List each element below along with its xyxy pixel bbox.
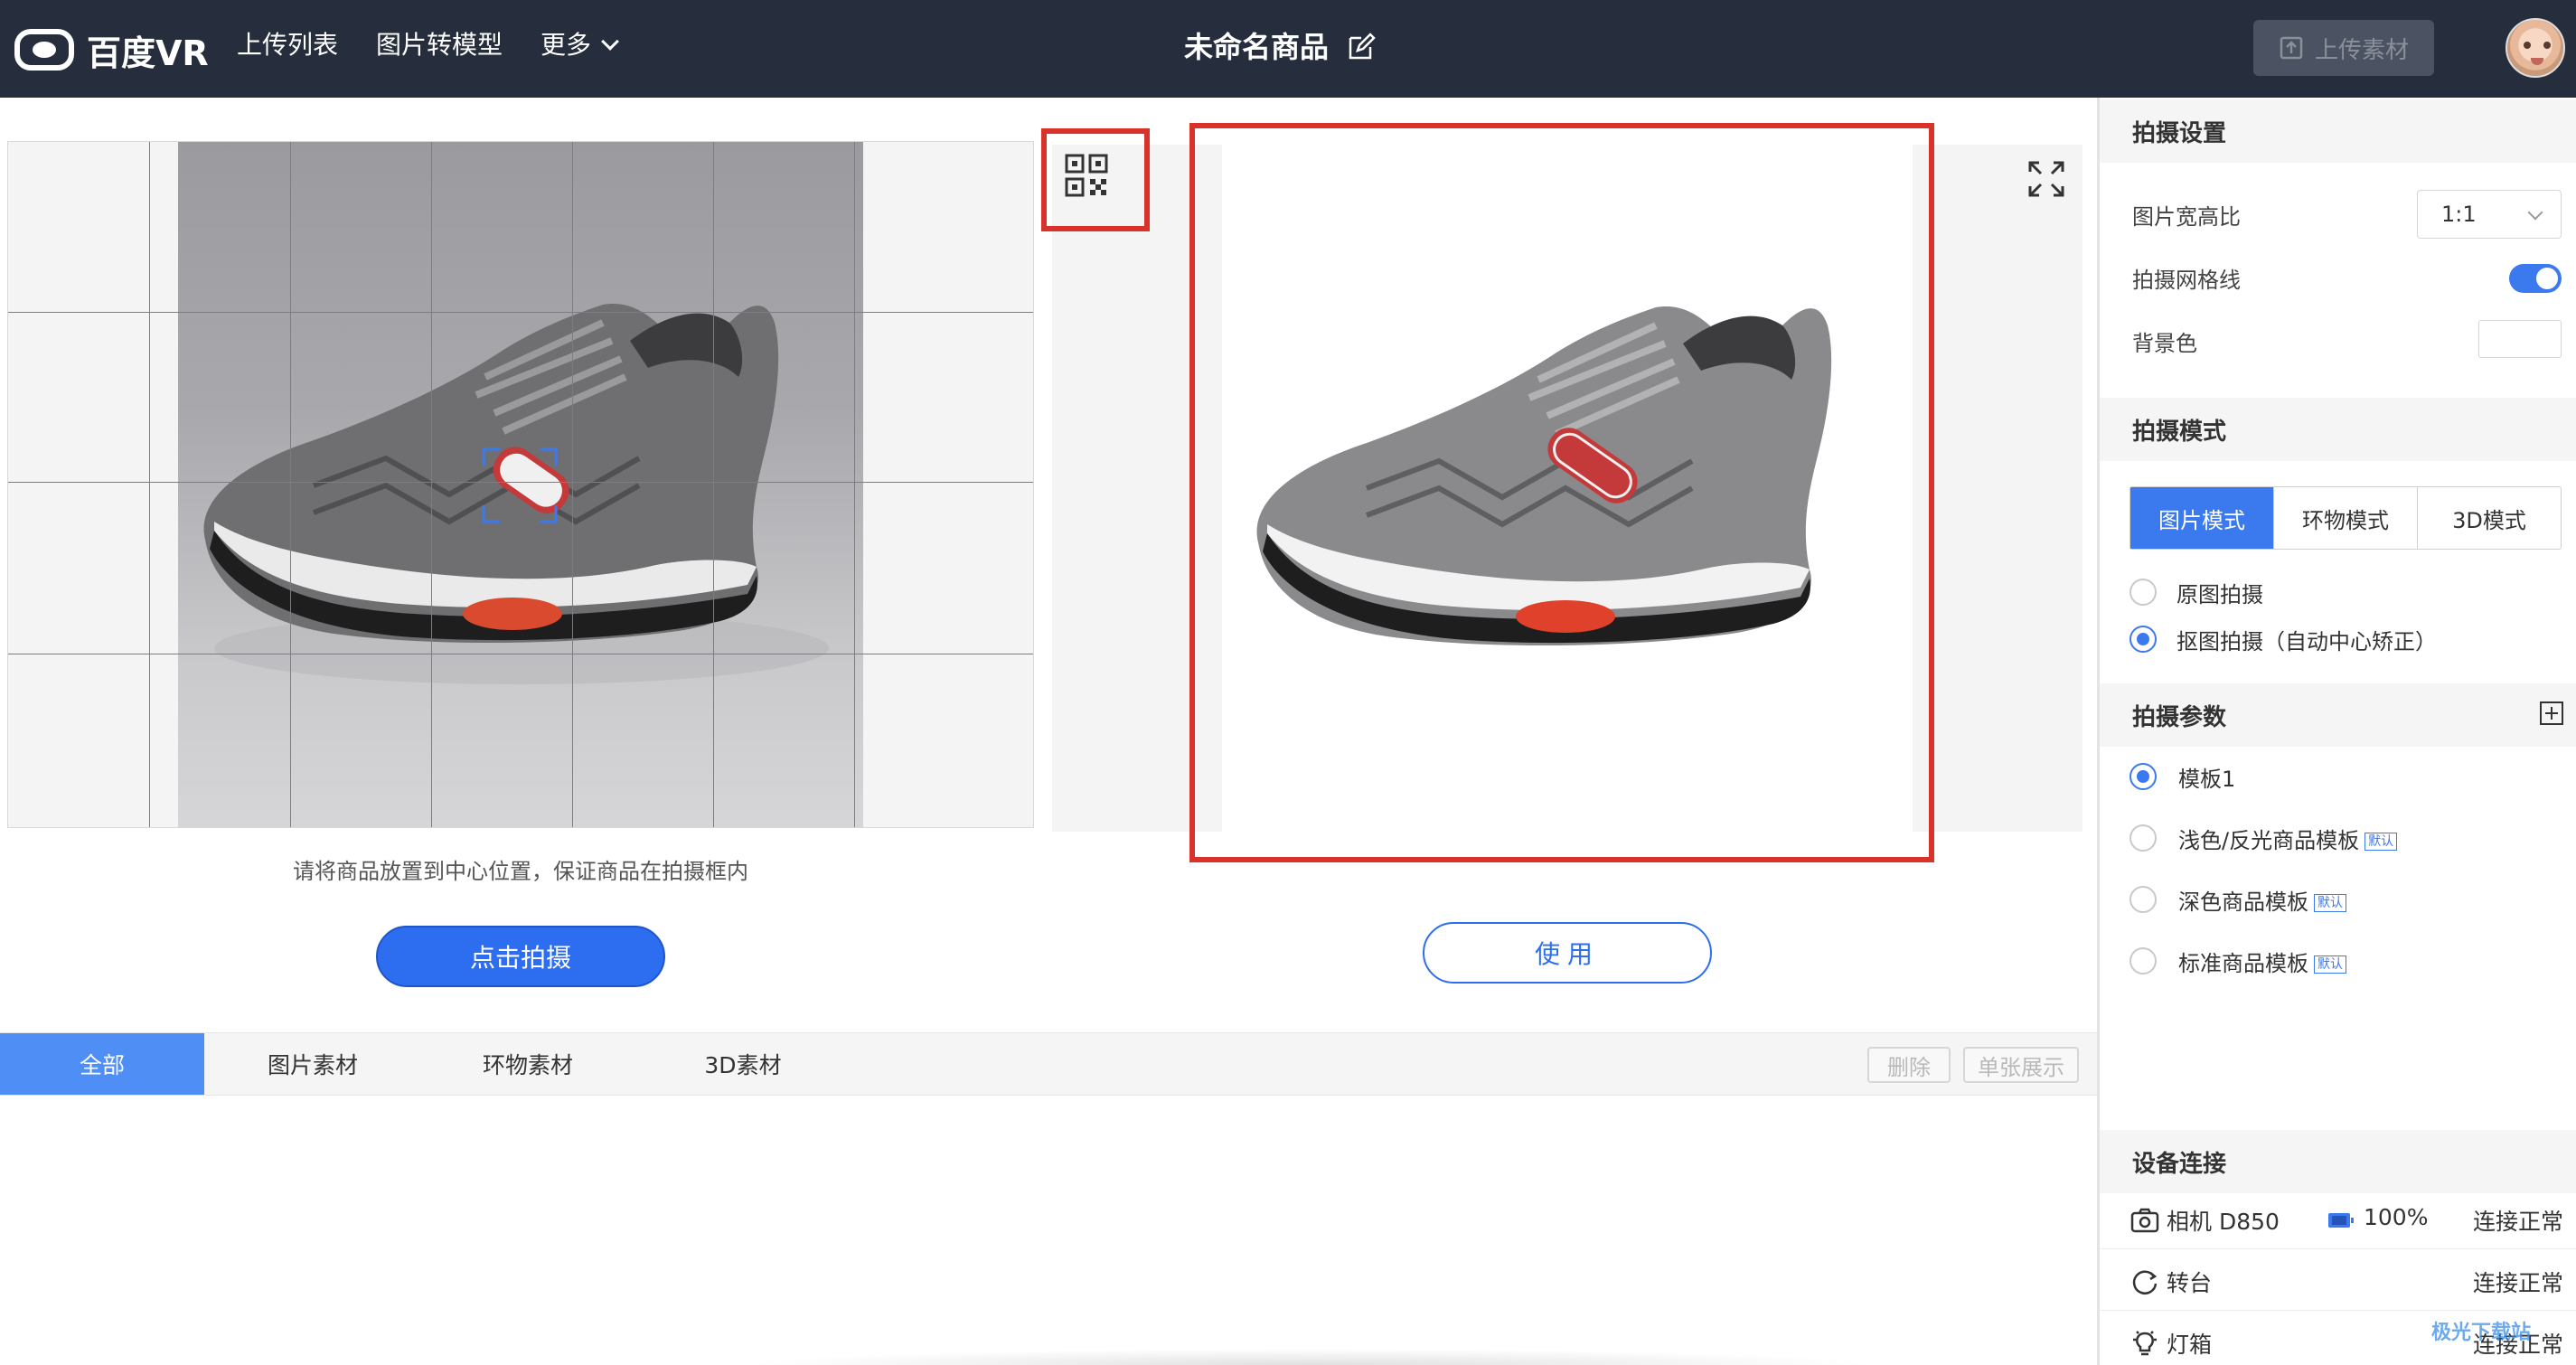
turntable-status: 连接正常 bbox=[2472, 1270, 2563, 1296]
add-template-icon[interactable] bbox=[2540, 701, 2563, 725]
device-turntable: 转台 连接正常 bbox=[2100, 1251, 2576, 1311]
chevron-down-icon bbox=[601, 33, 619, 51]
template-dark-label: 深色商品模板 默认 bbox=[2178, 884, 2346, 916]
nav-image-to-model[interactable]: 图片转模型 bbox=[376, 27, 503, 63]
tab-all[interactable]: 全部 bbox=[0, 1033, 204, 1095]
default-tag: 默认 bbox=[2364, 833, 2398, 851]
upload-material-button[interactable]: 上传素材 bbox=[2253, 20, 2434, 76]
grid-line bbox=[290, 142, 291, 827]
section-device-connection: 设备连接 bbox=[2100, 1130, 2576, 1193]
vr-logo-icon bbox=[14, 29, 74, 71]
avatar[interactable] bbox=[2505, 18, 2565, 78]
camera-viewfinder bbox=[7, 141, 1034, 828]
tab-image-material[interactable]: 图片素材 bbox=[240, 1033, 385, 1095]
section-shoot-settings: 拍摄设置 bbox=[2100, 99, 2576, 163]
edit-icon[interactable] bbox=[1347, 33, 1376, 61]
section-shoot-params: 拍摄参数 bbox=[2100, 683, 2576, 747]
default-tag: 默认 bbox=[2314, 956, 2346, 974]
qr-code-icon[interactable] bbox=[1065, 154, 1108, 197]
bg-color-picker[interactable] bbox=[2478, 320, 2562, 358]
grid-line bbox=[8, 312, 1033, 313]
turntable-icon bbox=[2132, 1270, 2158, 1294]
device-camera: 相机 D850 100% 连接正常 bbox=[2100, 1190, 2576, 1249]
original-shoot-label: 原图拍摄 bbox=[2176, 582, 2263, 607]
radio-template-1[interactable] bbox=[2129, 763, 2157, 790]
focus-frame-icon bbox=[482, 447, 558, 523]
upload-label: 上传素材 bbox=[2314, 36, 2409, 64]
nav-more-label: 更多 bbox=[541, 30, 592, 60]
use-button[interactable]: 使用 bbox=[1423, 922, 1712, 984]
bg-color-label: 背景色 bbox=[2132, 331, 2197, 356]
mode-image[interactable]: 图片模式 bbox=[2130, 487, 2273, 549]
radio-template-dark[interactable] bbox=[2129, 886, 2157, 913]
nav-upload-list[interactable]: 上传列表 bbox=[237, 27, 338, 63]
grid-line bbox=[854, 142, 855, 827]
shoot-button[interactable]: 点击拍摄 bbox=[376, 926, 665, 987]
cutout-shoot-label: 抠图拍摄（自动中心矫正） bbox=[2176, 629, 2437, 654]
battery-level: 100% bbox=[2364, 1204, 2429, 1230]
grid-line bbox=[431, 142, 432, 827]
grid-toggle[interactable] bbox=[2509, 264, 2562, 293]
lightbulb-icon bbox=[2133, 1331, 2157, 1356]
ratio-label: 图片宽高比 bbox=[2132, 204, 2241, 230]
page-title: 未命名商品 bbox=[1184, 30, 1330, 64]
settings-sidebar: 拍摄设置 图片宽高比 拍摄网格线 背景色 拍摄模式 拍摄参数 设备连接 bbox=[2097, 98, 2576, 1365]
turntable-name: 转台 bbox=[2167, 1270, 2213, 1296]
radio-template-standard[interactable] bbox=[2129, 947, 2157, 974]
section-shoot-mode: 拍摄模式 bbox=[2100, 398, 2576, 461]
template-light-label: 浅色/反光商品模板 默认 bbox=[2178, 823, 2398, 854]
grid-label: 拍摄网格线 bbox=[2132, 268, 2241, 293]
material-tabs: 全部 图片素材 环物素材 3D素材 删除 单张展示 bbox=[0, 1032, 2097, 1096]
logo[interactable]: 百度VR bbox=[14, 27, 209, 73]
chevron-down-icon bbox=[2527, 204, 2543, 221]
default-tag: 默认 bbox=[2314, 894, 2346, 912]
nav-more[interactable]: 更多 bbox=[541, 27, 619, 63]
grid-line bbox=[572, 142, 573, 827]
battery-icon bbox=[2328, 1213, 2354, 1228]
site-watermark: 极光下载站 bbox=[2431, 1322, 2532, 1344]
single-view-button[interactable]: 单张展示 bbox=[1963, 1047, 2079, 1083]
mode-object[interactable]: 环物模式 bbox=[2273, 487, 2417, 549]
bottom-shadow bbox=[741, 1349, 1880, 1365]
template-standard-label: 标准商品模板 默认 bbox=[2178, 946, 2346, 977]
radio-cutout-shoot[interactable] bbox=[2129, 626, 2157, 653]
fullscreen-icon[interactable] bbox=[2026, 159, 2066, 199]
radio-original-shoot[interactable] bbox=[2129, 579, 2157, 606]
preview-highlight-frame bbox=[1189, 123, 1934, 862]
ratio-select[interactable]: 1:1 bbox=[2417, 190, 2562, 239]
tab-3d-material[interactable]: 3D素材 bbox=[671, 1033, 815, 1095]
mode-3d[interactable]: 3D模式 bbox=[2417, 487, 2561, 549]
shoot-mode-segmented: 图片模式 环物模式 3D模式 bbox=[2129, 486, 2562, 550]
template-1-label: 模板1 bbox=[2178, 767, 2236, 792]
camera-icon bbox=[2130, 1208, 2159, 1233]
camera-status: 连接正常 bbox=[2472, 1209, 2563, 1235]
camera-name: 相机 D850 bbox=[2167, 1209, 2280, 1235]
radio-template-light[interactable] bbox=[2129, 824, 2157, 852]
lightbox-name: 灯箱 bbox=[2167, 1332, 2213, 1358]
capture-hint: 请将商品放置到中心位置，保证商品在拍摄框内 bbox=[293, 859, 748, 884]
upload-icon bbox=[2280, 36, 2303, 60]
grid-line bbox=[713, 142, 714, 827]
tab-object-material[interactable]: 环物素材 bbox=[456, 1033, 600, 1095]
ratio-value: 1:1 bbox=[2441, 202, 2477, 227]
grid-line bbox=[149, 142, 150, 827]
top-header: 百度VR 上传列表 图片转模型 更多 未命名商品 上传素材 bbox=[0, 0, 2576, 98]
logo-text: 百度VR bbox=[87, 33, 209, 73]
delete-button[interactable]: 删除 bbox=[1867, 1047, 1951, 1083]
